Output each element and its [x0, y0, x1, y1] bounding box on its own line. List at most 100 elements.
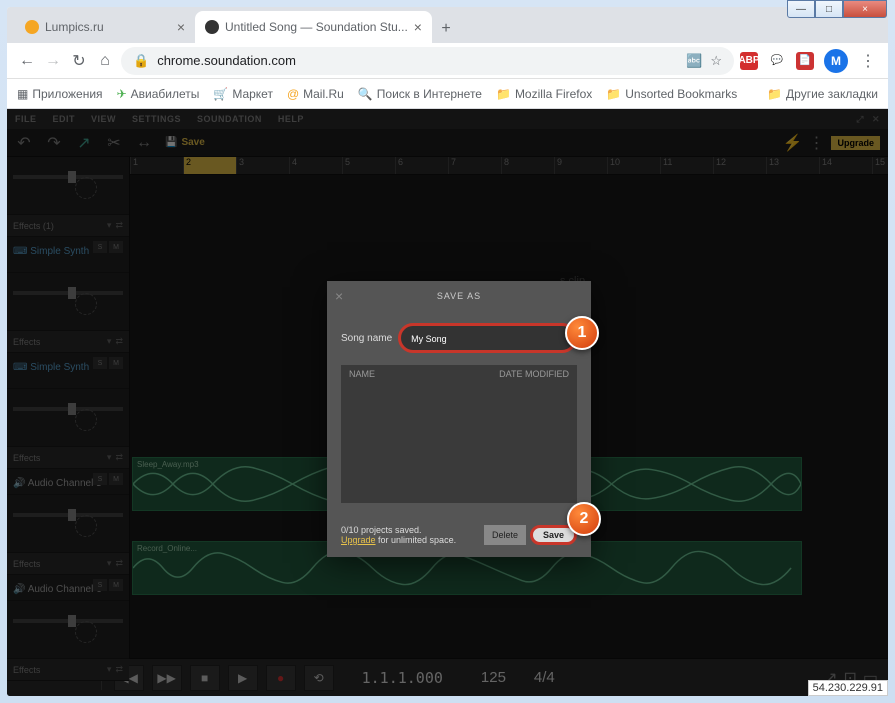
song-name-input[interactable] — [411, 334, 564, 344]
app-toolbar: ↶ ↷ ↗ ✂ ↔ 💾 Save ⚡ ⋮ Upgrade — [7, 129, 888, 157]
bolt-icon[interactable]: ⚡ — [783, 134, 801, 152]
effects-row[interactable]: Effects▾⇄ — [7, 553, 129, 575]
pan-knob[interactable] — [75, 409, 97, 431]
save-button[interactable]: 💾 Save — [165, 137, 205, 148]
bookmark-poisk[interactable]: 🔍Поиск в Интернете — [358, 87, 482, 101]
solo-button[interactable]: S — [93, 579, 107, 591]
address-bar[interactable]: 🔒 chrome.soundation.com 🔤 ☆ — [121, 47, 734, 75]
transport-bpm[interactable]: 125 — [481, 669, 506, 686]
effects-row[interactable]: Effects▾⇄ — [7, 331, 129, 353]
menu-help[interactable]: HELP — [278, 114, 304, 124]
solo-button[interactable]: S — [93, 241, 107, 253]
pan-knob[interactable] — [75, 293, 97, 315]
effects-row[interactable]: Effects (1)▾⇄ — [7, 215, 129, 237]
volume-slider[interactable] — [13, 291, 123, 295]
bookmark-market[interactable]: 🛒Маркет — [213, 87, 273, 101]
reload-button[interactable]: ↻ — [69, 51, 89, 71]
effects-row[interactable]: Effects▾⇄ — [7, 659, 129, 681]
undo-icon[interactable]: ↶ — [15, 134, 33, 152]
window-maximize-button[interactable]: □ — [815, 0, 843, 18]
fastforward-button[interactable]: ▶▶ — [152, 665, 182, 691]
cursor-icon[interactable]: ↗ — [75, 134, 93, 152]
ruler-tick: 11 — [660, 157, 713, 174]
menu-file[interactable]: FILE — [15, 114, 37, 124]
keyboard-icon: ⌨ — [13, 246, 27, 257]
volume-slider[interactable] — [13, 175, 123, 179]
record-button[interactable]: ● — [266, 665, 296, 691]
solo-button[interactable]: S — [93, 357, 107, 369]
star-icon[interactable]: ☆ — [710, 53, 722, 69]
bookmark-mailru[interactable]: @Mail.Ru — [287, 87, 344, 101]
abp-extension-icon[interactable]: ABP — [740, 52, 758, 70]
ruler-tick: 14 — [819, 157, 872, 174]
volume-slider[interactable] — [13, 407, 123, 411]
tab-close-icon[interactable]: × — [414, 19, 422, 35]
track-header[interactable] — [7, 157, 129, 215]
track-header[interactable] — [7, 389, 129, 447]
chevron-icon: ▾ — [107, 220, 112, 231]
track-header[interactable] — [7, 495, 129, 553]
cut-icon[interactable]: ✂ — [105, 134, 123, 152]
tab-lumpics[interactable]: Lumpics.ru × — [15, 11, 195, 43]
menu-soundation[interactable]: SOUNDATION — [197, 114, 262, 124]
loop-button[interactable]: ⟲ — [304, 665, 334, 691]
back-button[interactable]: ← — [17, 51, 37, 71]
track-panel: Effects (1)▾⇄ ⌨ Simple Synth SM Effects▾… — [7, 157, 130, 658]
translate-icon[interactable]: 🔤 — [686, 53, 702, 69]
bookmark-apps[interactable]: ▦Приложения — [17, 87, 103, 101]
mute-button[interactable]: M — [109, 357, 123, 369]
mute-button[interactable]: M — [109, 241, 123, 253]
tab-soundation[interactable]: Untitled Song — Soundation Stu... × — [195, 11, 432, 43]
transport-signature[interactable]: 4/4 — [534, 669, 555, 686]
solo-button[interactable]: S — [93, 473, 107, 485]
upgrade-link[interactable]: Upgrade — [341, 535, 376, 545]
menu-settings[interactable]: SETTINGS — [132, 114, 181, 124]
timeline-ruler[interactable]: 1 2 3 4 5 6 7 8 9 10 11 12 13 14 — [130, 157, 888, 175]
track-header[interactable]: 🔊 Audio Channel 6 SM — [7, 575, 129, 601]
pdf-extension-icon[interactable]: 📄 — [796, 52, 814, 70]
menu-button[interactable]: ⋮ — [858, 51, 878, 71]
mute-button[interactable]: M — [109, 473, 123, 485]
volume-slider[interactable] — [13, 513, 123, 517]
menu-view[interactable]: VIEW — [91, 114, 116, 124]
track-header[interactable]: 🔊 Audio Channel 5 SM — [7, 469, 129, 495]
effects-row[interactable]: Effects▾⇄ — [7, 447, 129, 469]
upgrade-button[interactable]: Upgrade — [831, 136, 880, 150]
forward-button[interactable]: → — [43, 51, 63, 71]
pan-knob[interactable] — [75, 621, 97, 643]
track-header[interactable]: ⌨ Simple Synth SM — [7, 353, 129, 389]
home-button[interactable]: ⌂ — [95, 51, 115, 71]
window-minimize-button[interactable]: — — [787, 0, 815, 18]
pan-knob[interactable] — [75, 177, 97, 199]
fullscreen-icon[interactable]: ⤢ — [856, 114, 864, 125]
file-list[interactable] — [341, 383, 577, 503]
track-header[interactable] — [7, 601, 129, 659]
dialog-close-button[interactable]: × — [335, 288, 344, 304]
track-header[interactable]: ⌨ Simple Synth SM — [7, 237, 129, 273]
play-button[interactable]: ▶ — [228, 665, 258, 691]
delete-button[interactable]: Delete — [484, 525, 526, 545]
bookmark-unsorted[interactable]: 📁Unsorted Bookmarks — [606, 87, 737, 101]
mute-button[interactable]: M — [109, 579, 123, 591]
close-icon[interactable]: ✕ — [872, 114, 880, 125]
pan-knob[interactable] — [75, 515, 97, 537]
window-close-button[interactable]: × — [843, 0, 887, 18]
track-header[interactable] — [7, 273, 129, 331]
speaker-icon: 🔊 — [13, 584, 25, 595]
bookmark-aviabilety[interactable]: ✈Авиабилеты — [117, 87, 200, 101]
bookmark-other[interactable]: 📁Другие закладки — [767, 87, 878, 101]
new-tab-button[interactable]: + — [432, 15, 460, 43]
bookmark-label: Unsorted Bookmarks — [625, 87, 737, 101]
stop-button[interactable]: ■ — [190, 665, 220, 691]
transport-time[interactable]: 1.1.1.000 — [362, 669, 443, 687]
redo-icon[interactable]: ↷ — [45, 134, 63, 152]
more-icon[interactable]: ⋮ — [807, 134, 825, 152]
menu-edit[interactable]: EDIT — [53, 114, 76, 124]
stretch-icon[interactable]: ↔ — [135, 134, 153, 152]
chevron-icon: ▾ — [107, 336, 112, 347]
profile-avatar[interactable]: M — [824, 49, 848, 73]
volume-slider[interactable] — [13, 619, 123, 623]
bookmark-mozilla[interactable]: 📁Mozilla Firefox — [496, 87, 592, 101]
chat-extension-icon[interactable]: 💬 — [768, 52, 786, 70]
tab-close-icon[interactable]: × — [177, 19, 185, 35]
